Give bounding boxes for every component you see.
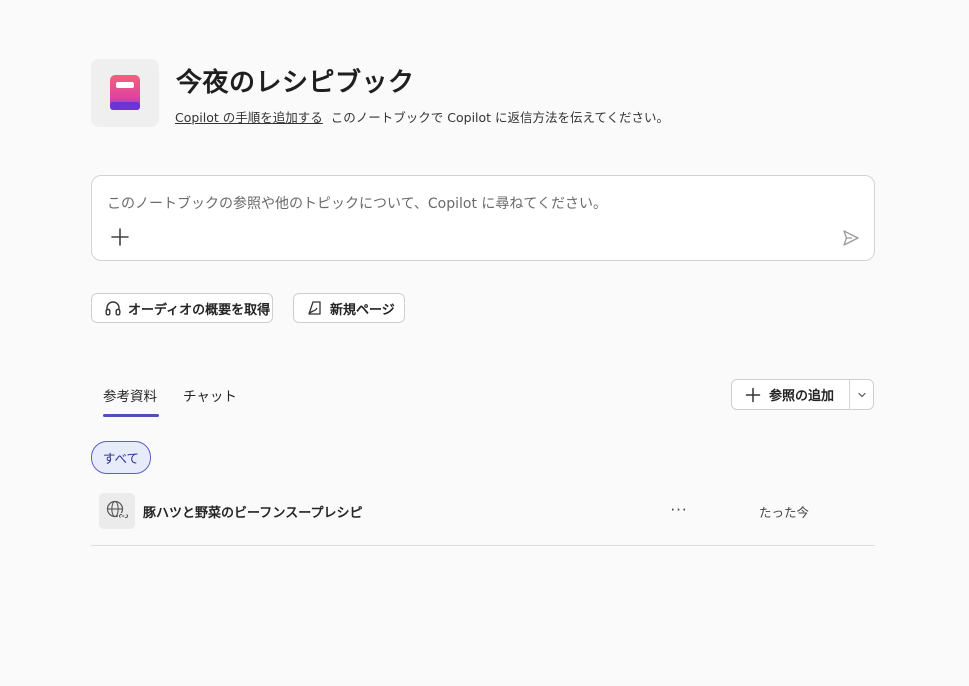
- plus-icon: [111, 228, 129, 246]
- audio-overview-label: オーディオの概要を取得: [128, 302, 271, 318]
- audio-overview-button[interactable]: オーディオの概要を取得: [91, 293, 273, 323]
- add-source-button[interactable]: 参照の追加: [732, 380, 849, 409]
- send-icon: [843, 230, 859, 246]
- add-source-dropdown-button[interactable]: [850, 380, 873, 409]
- more-options-button[interactable]: ···: [667, 500, 691, 520]
- subtitle: Copilot の手順を追加する このノートブックで Copilot に返信方法を…: [175, 107, 669, 126]
- selected-tab-indicator: [103, 414, 159, 417]
- web-link-icon: [106, 500, 129, 522]
- source-title[interactable]: 豚ハツと野菜のビーフンスープレシピ: [143, 502, 362, 521]
- subtitle-description: このノートブックで Copilot に返信方法を伝えてください。: [330, 110, 670, 125]
- new-page-button[interactable]: 新規ページ: [293, 293, 405, 323]
- notebook-icon-tile: [91, 59, 159, 127]
- page-title: 今夜のレシピブック: [176, 68, 415, 98]
- more-icon: ···: [670, 501, 688, 519]
- source-timestamp: たった今: [759, 505, 810, 520]
- notebook-icon: [110, 75, 140, 110]
- ask-input-placeholder[interactable]: このノートブックの参照や他のトピックについて、Copilot に尋ねてください。: [107, 193, 607, 213]
- new-page-label: 新規ページ: [330, 302, 395, 318]
- plus-icon: [745, 387, 761, 402]
- tab-sources[interactable]: 参考資料: [103, 385, 157, 405]
- tab-chat[interactable]: チャット: [183, 385, 237, 405]
- add-source-label: 参照の追加: [769, 389, 835, 404]
- attach-button[interactable]: [108, 225, 132, 249]
- headphones-icon: [105, 301, 121, 316]
- send-button[interactable]: [840, 227, 862, 249]
- filter-chip-all[interactable]: すべて: [91, 441, 151, 474]
- source-icon-tile: [99, 493, 135, 529]
- add-copilot-instructions-link[interactable]: Copilot の手順を追加する: [175, 110, 323, 125]
- add-source-split-button: 参照の追加: [731, 379, 874, 410]
- new-page-icon: [308, 301, 321, 315]
- ask-copilot-box[interactable]: [91, 175, 875, 261]
- chevron-down-icon: [857, 392, 866, 397]
